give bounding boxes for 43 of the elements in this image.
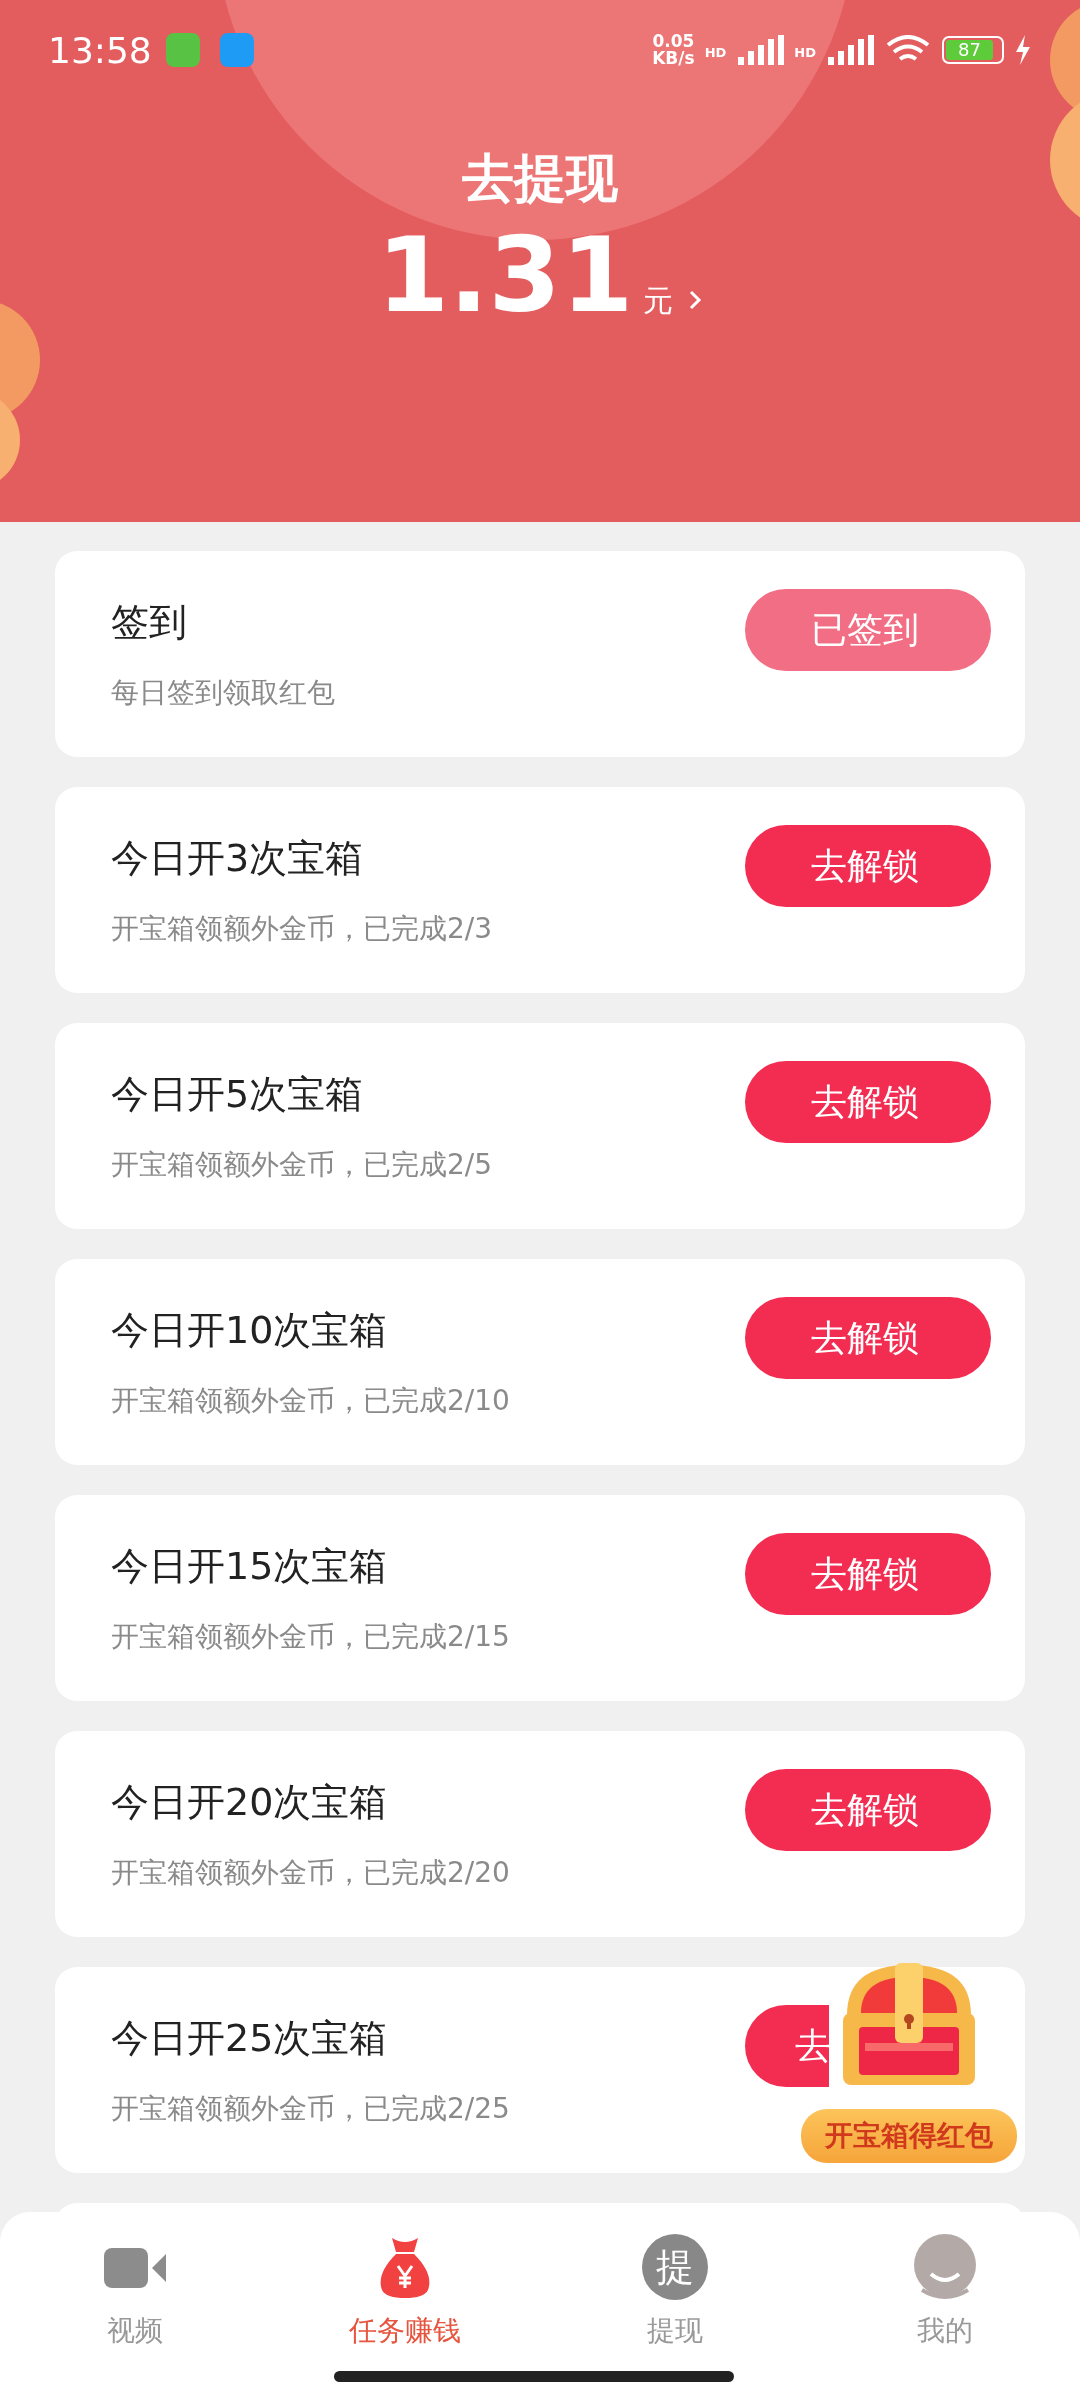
task-button[interactable]: 去解锁 (745, 1061, 991, 1143)
signal-icon (826, 35, 874, 65)
currency-unit: 元 (643, 282, 674, 320)
task-button[interactable]: 去解锁 (745, 825, 991, 907)
task-description: 开宝箱领额外金币，已完成2/3 (111, 910, 494, 947)
task-button[interactable]: 去解锁 (745, 1533, 991, 1615)
task-button[interactable]: 已签到 (745, 589, 991, 671)
nav-tab[interactable]: 我的 (810, 2234, 1080, 2354)
upload-notification-icon (219, 33, 254, 67)
battery-level: 87 (946, 40, 993, 60)
task-description: 开宝箱领额外金币，已完成2/10 (111, 1382, 511, 1419)
withdraw-title[interactable]: 去提现 (462, 144, 618, 214)
hd-label: HD (704, 45, 727, 60)
task-description: 开宝箱领额外金币，已完成2/5 (111, 1146, 494, 1183)
nav-tab[interactable]: 任务赚钱 (270, 2234, 540, 2354)
task-title: 今日开25次宝箱 (111, 2014, 389, 2062)
hd-label: HD (794, 45, 816, 60)
task-button[interactable]: 去解锁 (745, 1769, 991, 1851)
task-title: 今日开20次宝箱 (111, 1778, 389, 1826)
network-speed: 0.05 (652, 33, 695, 50)
task-description: 开宝箱领额外金币，已完成2/15 (111, 1618, 511, 1655)
task-description: 每日签到领取红包 (111, 674, 336, 711)
task-title: 今日开10次宝箱 (111, 1306, 389, 1354)
task-title: 今日开5次宝箱 (111, 1070, 365, 1118)
task-title: 今日开15次宝箱 (111, 1542, 389, 1590)
chevron-right-icon[interactable] (687, 289, 704, 311)
nav-tab[interactable]: 提 提现 (540, 2234, 810, 2354)
network-speed-unit: KB/s (652, 50, 695, 67)
task-button[interactable]: 去 (745, 2005, 829, 2087)
task-title: 签到 (111, 598, 188, 646)
task-title: 今日开3次宝箱 (111, 834, 365, 882)
status-time: 13:58 (48, 29, 152, 71)
task-button[interactable]: 去解锁 (745, 1297, 991, 1379)
app-notification-icon (165, 33, 200, 67)
withdraw-icon: 提 (642, 2234, 708, 2300)
balance-amount: 1.31 (376, 218, 634, 333)
charging-icon (1014, 35, 1032, 65)
chest-reward-label[interactable]: 开宝箱得红包 (801, 2109, 1017, 2163)
task-description: 开宝箱领额外金币，已完成2/25 (111, 2090, 511, 2127)
task-description: 开宝箱领额外金币，已完成2/20 (111, 1854, 511, 1891)
nav-tab[interactable]: 视频 (0, 2234, 270, 2354)
signal-icon (736, 35, 785, 65)
avatar-icon (912, 2234, 978, 2300)
